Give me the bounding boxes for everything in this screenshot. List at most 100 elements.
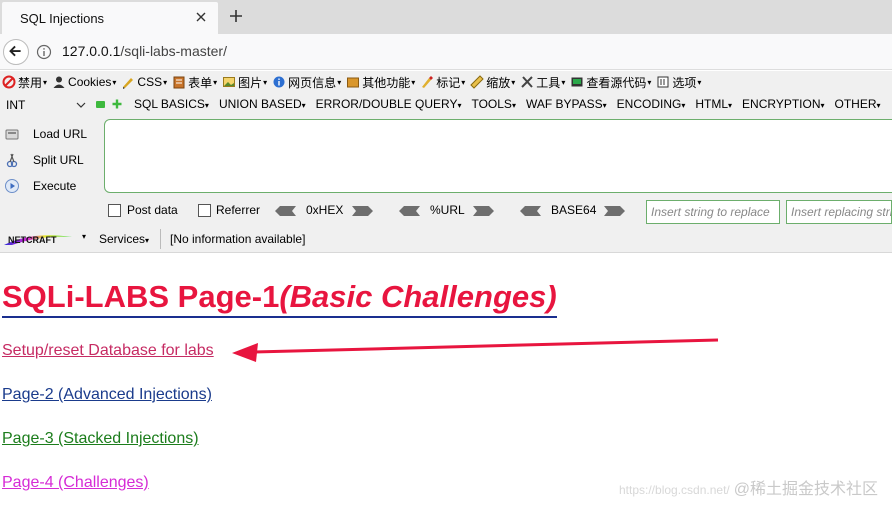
- load-url-label: Load URL: [33, 127, 88, 141]
- tab-title: SQL Injections: [20, 10, 105, 26]
- menu-item-10[interactable]: 查看源代码 ▾: [568, 72, 654, 92]
- int-select-value: INT: [6, 98, 26, 112]
- hackbar-menu-label: WAF BYPASS: [525, 97, 603, 111]
- page-2-link[interactable]: Page-2 (Advanced Injections): [2, 386, 212, 404]
- execute-button[interactable]: Execute: [0, 173, 100, 199]
- menu-item-label: 选项: [672, 75, 697, 90]
- netcraft-separator: [160, 229, 161, 249]
- menu-item-label: 查看源代码: [586, 75, 647, 90]
- svg-text:NETCRAFT: NETCRAFT: [8, 235, 57, 245]
- replace-string-input[interactable]: Insert string to replace: [646, 200, 780, 224]
- caret-down-icon: ▾: [511, 77, 516, 87]
- arrow-left-icon: [9, 45, 21, 57]
- services-menu[interactable]: Services▾: [99, 232, 149, 246]
- caret-down-icon: ▾: [602, 101, 607, 110]
- back-button[interactable]: [3, 39, 29, 65]
- caret-down-icon: ▾: [647, 77, 652, 87]
- url-bar[interactable]: 127.0.0.1/sqli-labs-master/: [62, 43, 227, 59]
- caret-down-icon: ▾: [301, 101, 306, 110]
- hackbar-menu-2[interactable]: ERROR/DOUBLE QUERY▾: [316, 97, 462, 111]
- base64-decode-icon[interactable]: [519, 205, 541, 217]
- page-3-link[interactable]: Page-3 (Stacked Injections): [2, 430, 199, 448]
- caret-down-icon: ▾: [511, 101, 516, 110]
- base64-encode-icon[interactable]: [604, 205, 626, 217]
- split-url-label: Split URL: [33, 153, 84, 167]
- hex-encode-icon[interactable]: [352, 205, 374, 217]
- menu-item-3[interactable]: 表单 ▾: [170, 72, 220, 92]
- tab-sql-injections[interactable]: SQL Injections: [2, 2, 218, 34]
- hackbar-menu-8[interactable]: OTHER▾: [835, 97, 881, 111]
- page-title-main: SQLi-LABS Page-1: [2, 279, 280, 314]
- hackbar-menu-1[interactable]: UNION BASED▾: [219, 97, 306, 111]
- caret-down-icon: ▾: [457, 101, 462, 110]
- caret-down-icon: ▾: [204, 101, 209, 110]
- post-data-checkbox[interactable]: [108, 204, 121, 217]
- netcraft-logo-icon[interactable]: NETCRAFT: [2, 231, 74, 247]
- menu-item-label: 禁用: [18, 75, 43, 90]
- load-url-button[interactable]: Load URL: [0, 121, 100, 147]
- caret-down-icon: ▾: [561, 77, 566, 87]
- url-textarea[interactable]: [104, 119, 892, 193]
- hex-label: 0xHEX: [306, 203, 344, 217]
- person-icon: [53, 76, 65, 88]
- menu-item-label: CSS: [137, 75, 163, 89]
- page-4-link[interactable]: Page-4 (Challenges): [2, 474, 149, 492]
- menu-item-label: Cookies: [68, 75, 112, 89]
- menu-item-7[interactable]: 标记 ▾: [418, 72, 468, 92]
- hackbar-menu-label: UNION BASED: [218, 97, 302, 111]
- close-icon[interactable]: [194, 10, 208, 24]
- url-enc-label: %URL: [430, 203, 465, 217]
- hackbar-menu-label: HTML: [695, 97, 729, 111]
- menu-item-label: 网页信息: [288, 75, 337, 90]
- hackbar-options-row: Post data Referrer 0xHEX %URL BASE64 Ins…: [0, 200, 892, 224]
- caret-down-icon: ▾: [411, 77, 416, 87]
- plus-icon[interactable]: [112, 99, 122, 109]
- url-encode-icon[interactable]: [473, 205, 495, 217]
- menu-item-4[interactable]: 图片 ▾: [220, 72, 270, 92]
- menu-item-9[interactable]: 工具 ▾: [518, 72, 568, 92]
- hackbar-menu-label: OTHER: [834, 97, 877, 111]
- marker-icon: [422, 76, 434, 88]
- referrer-checkbox[interactable]: [198, 204, 211, 217]
- navigation-bar: 127.0.0.1/sqli-labs-master/: [0, 34, 892, 70]
- menu-item-11[interactable]: 选项 ▾: [654, 72, 704, 92]
- int-select[interactable]: INT: [2, 96, 90, 114]
- split-url-button[interactable]: Split URL: [0, 147, 100, 173]
- hackbar-menu-0[interactable]: SQL BASICS▾: [134, 97, 209, 111]
- minus-icon[interactable]: [96, 101, 105, 108]
- hackbar-menu-7[interactable]: ENCRYPTION▾: [742, 97, 824, 111]
- setup-database-link[interactable]: Setup/reset Database for labs: [2, 342, 214, 360]
- url-path: /sqli-labs-master/: [120, 43, 227, 59]
- menu-item-label: 表单: [188, 75, 213, 90]
- page-content: SQLi-LABS Page-1(Basic Challenges) Setup…: [0, 254, 892, 513]
- execute-label: Execute: [33, 179, 77, 193]
- hackbar-menu-label: ERROR/DOUBLE QUERY: [315, 97, 458, 111]
- menu-item-8[interactable]: 缩放 ▾: [468, 72, 518, 92]
- hackbar-menu-6[interactable]: HTML▾: [695, 97, 732, 111]
- hackbar-panel: INT SQL BASICS▾ UNION BASED▾ ERROR/DOUBLE …: [0, 93, 892, 253]
- url-decode-icon[interactable]: [398, 205, 420, 217]
- caret-down-icon: ▾: [681, 101, 686, 110]
- caret-down-icon: ▾: [263, 77, 268, 87]
- ruler-icon: [470, 75, 484, 89]
- hex-decode-icon[interactable]: [274, 205, 296, 217]
- hackbar-menu-5[interactable]: ENCODING▾: [617, 97, 686, 111]
- menu-item-5[interactable]: 网页信息 ▾: [270, 72, 344, 92]
- menu-item-1[interactable]: Cookies ▾: [50, 72, 119, 92]
- watermark-brand: @稀土掘金技术社区: [733, 481, 878, 498]
- hackbar-menu-4[interactable]: WAF BYPASS▾: [526, 97, 607, 111]
- options-icon: [657, 76, 669, 88]
- caret-down-icon: ▾: [163, 77, 168, 87]
- info-icon[interactable]: [36, 44, 52, 60]
- replacing-string-input[interactable]: Insert replacing string: [786, 200, 892, 224]
- hackbar-menus: SQL BASICS▾ UNION BASED▾ ERROR/DOUBLE QUER…: [134, 97, 891, 111]
- menu-item-6[interactable]: 其他功能 ▾: [344, 72, 418, 92]
- caret-down-icon: ▾: [213, 77, 218, 87]
- netcraft-caret-icon[interactable]: ▾: [82, 232, 86, 241]
- menu-item-0[interactable]: 禁用 ▾: [0, 72, 50, 92]
- hackbar-menu-label: ENCODING: [616, 97, 682, 111]
- hackbar-menu-3[interactable]: TOOLS▾: [471, 97, 515, 111]
- caret-down-icon: ▾: [461, 77, 466, 87]
- menu-item-2[interactable]: CSS ▾: [119, 72, 170, 92]
- plus-icon[interactable]: [228, 8, 244, 24]
